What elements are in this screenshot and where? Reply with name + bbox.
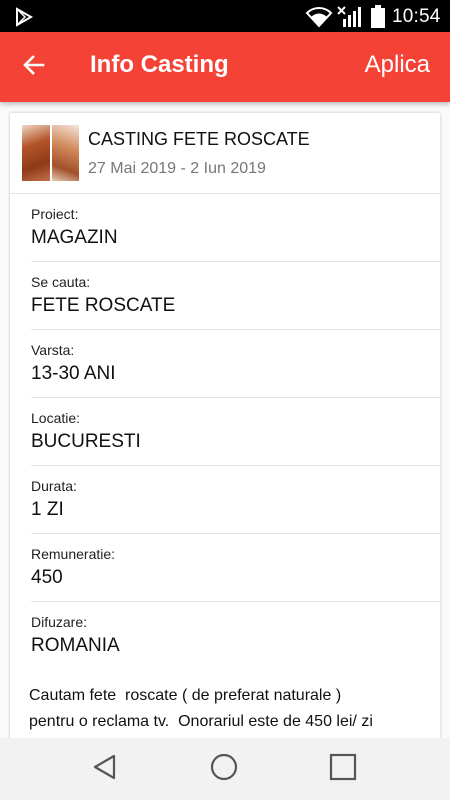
battery-icon [370,5,386,34]
status-clock: 10:54 [392,6,441,27]
field-se-cauta: Se cauta: FETE ROSCATE [31,262,440,330]
status-bar: 10:54 [0,0,450,32]
home-circle-icon [210,753,238,786]
casting-title: CASTING FETE ROSCATE [88,129,310,149]
navigation-bar [0,738,450,800]
field-label: Durata: [31,478,77,494]
wifi-icon [305,6,333,33]
nav-home-button[interactable] [208,753,240,785]
thumbnail-photo-left [22,125,50,181]
field-varsta: Varsta: 13-30 ANI [31,330,440,398]
casting-dates: 27 Mai 2019 - 2 Iun 2019 [88,160,266,177]
casting-thumbnail [22,125,79,181]
signal-icon [337,5,365,34]
field-value: ROMANIA [31,635,120,656]
field-durata: Durata: 1 ZI [31,466,440,534]
casting-description: Cautam fete roscate ( de preferat natura… [29,687,373,730]
field-locatie: Locatie: BUCURESTI [31,398,440,466]
apply-button[interactable]: Aplica [365,51,430,79]
thumbnail-photo-right [51,125,79,181]
app-bar: Info Casting Aplica [0,32,450,102]
field-label: Varsta: [31,342,75,358]
field-value: 450 [31,567,63,588]
field-label: Difuzare: [31,614,88,630]
field-label: Proiect: [31,206,79,222]
field-value: 1 ZI [31,499,64,520]
page-title: Info Casting [90,51,229,78]
nav-recents-button[interactable] [327,753,359,785]
back-button[interactable] [10,43,58,91]
field-remuneratie: Remuneratie: 450 [31,534,440,602]
field-label: Se cauta: [31,274,91,290]
back-triangle-icon [91,753,119,786]
recents-square-icon [329,753,357,786]
field-value: 13-30 ANI [31,363,116,384]
casting-card: CASTING FETE ROSCATE 27 Mai 2019 - 2 Iun… [10,113,440,738]
field-label: Remuneratie: [31,546,116,562]
field-proiect: Proiect: MAGAZIN [31,194,440,262]
field-value: MAGAZIN [31,227,118,248]
field-value: FETE ROSCATE [31,295,176,316]
field-value: BUCURESTI [31,431,141,452]
play-store-icon [14,7,34,32]
arrow-left-icon [22,53,46,82]
field-label: Locatie: [31,410,81,426]
casting-header: CASTING FETE ROSCATE 27 Mai 2019 - 2 Iun… [10,113,440,194]
nav-back-button[interactable] [89,753,121,785]
content-area[interactable]: CASTING FETE ROSCATE 27 Mai 2019 - 2 Iun… [0,102,450,738]
field-difuzare: Difuzare: ROMANIA [31,602,440,669]
